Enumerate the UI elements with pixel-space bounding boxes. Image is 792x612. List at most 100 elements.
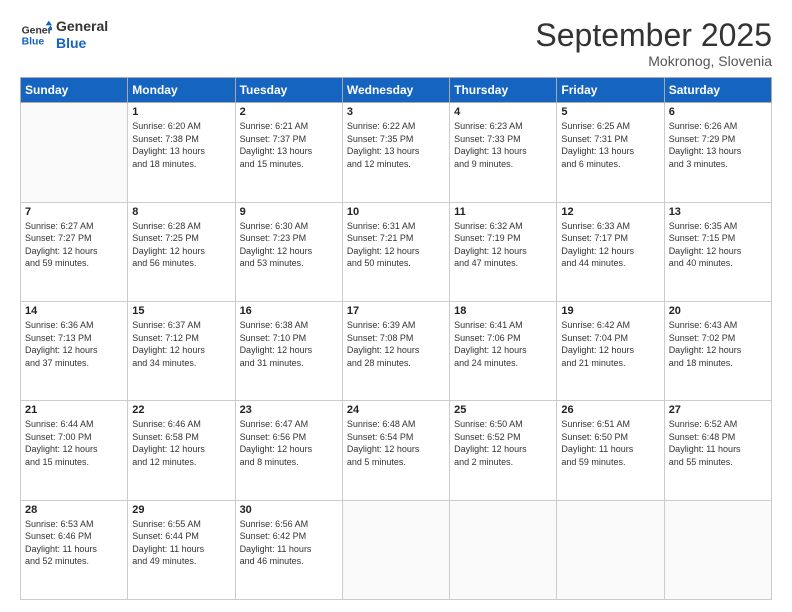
day-cell: 3Sunrise: 6:22 AM Sunset: 7:35 PM Daylig… xyxy=(342,103,449,202)
day-info: Sunrise: 6:32 AM Sunset: 7:19 PM Dayligh… xyxy=(454,220,552,270)
day-cell: 27 Sunrise: 6:52 AM Sunset: 6:48 PM Dayli… xyxy=(664,401,771,500)
day-number: 27 xyxy=(669,404,767,416)
day-cell xyxy=(557,500,664,599)
day-cell: 7 Sunrise: 6:27 AM Sunset: 7:27 PM Daylig… xyxy=(21,202,128,301)
day-cell: 22 Sunrise: 6:46 AM Sunset: 6:58 PM Dayli… xyxy=(128,401,235,500)
calendar-table: SundayMondayTuesdayWednesdayThursdayFrid… xyxy=(20,77,772,600)
day-cell: 21 Sunrise: 6:44 AM Sunset: 7:00 PM Dayli… xyxy=(21,401,128,500)
day-cell xyxy=(450,500,557,599)
col-header-friday: Friday xyxy=(557,78,664,103)
day-cell: 26Sunrise: 6:51 AM Sunset: 6:50 PM Dayli… xyxy=(557,401,664,500)
day-info: Sunrise: 6:50 AM Sunset: 6:52 PM Dayligh… xyxy=(454,418,552,468)
day-info: Sunrise: 6:44 AM Sunset: 7:00 PM Dayligh… xyxy=(25,418,123,468)
logo-blue: Blue xyxy=(56,35,108,52)
week-row-5: 28 Sunrise: 6:53 AM Sunset: 6:46 PM Dayli… xyxy=(21,500,772,599)
day-info: Sunrise: 6:36 AM Sunset: 7:13 PM Dayligh… xyxy=(25,319,123,369)
day-info: Sunrise: 6:35 AM Sunset: 7:15 PM Dayligh… xyxy=(669,220,767,270)
col-header-sunday: Sunday xyxy=(21,78,128,103)
day-cell: 9 Sunrise: 6:30 AM Sunset: 7:23 PM Daylig… xyxy=(235,202,342,301)
day-number: 17 xyxy=(347,305,445,317)
logo-icon: General Blue xyxy=(20,19,52,51)
day-cell: 1Sunrise: 6:20 AM Sunset: 7:38 PM Daylig… xyxy=(128,103,235,202)
day-info: Sunrise: 6:30 AM Sunset: 7:23 PM Dayligh… xyxy=(240,220,338,270)
day-info: Sunrise: 6:22 AM Sunset: 7:35 PM Dayligh… xyxy=(347,120,445,170)
calendar-header-row: SundayMondayTuesdayWednesdayThursdayFrid… xyxy=(21,78,772,103)
day-info: Sunrise: 6:33 AM Sunset: 7:17 PM Dayligh… xyxy=(561,220,659,270)
day-info: Sunrise: 6:31 AM Sunset: 7:21 PM Dayligh… xyxy=(347,220,445,270)
day-info: Sunrise: 6:53 AM Sunset: 6:46 PM Dayligh… xyxy=(25,518,123,568)
day-info: Sunrise: 6:39 AM Sunset: 7:08 PM Dayligh… xyxy=(347,319,445,369)
day-cell xyxy=(664,500,771,599)
day-number: 25 xyxy=(454,404,552,416)
day-cell: 8 Sunrise: 6:28 AM Sunset: 7:25 PM Daylig… xyxy=(128,202,235,301)
day-number: 22 xyxy=(132,404,230,416)
day-info: Sunrise: 6:52 AM Sunset: 6:48 PM Dayligh… xyxy=(669,418,767,468)
day-number: 28 xyxy=(25,504,123,516)
day-number: 19 xyxy=(561,305,659,317)
logo: General Blue General Blue xyxy=(20,18,108,52)
day-cell: 28 Sunrise: 6:53 AM Sunset: 6:46 PM Dayli… xyxy=(21,500,128,599)
week-row-2: 7 Sunrise: 6:27 AM Sunset: 7:27 PM Daylig… xyxy=(21,202,772,301)
day-number: 13 xyxy=(669,206,767,218)
day-number: 20 xyxy=(669,305,767,317)
col-header-wednesday: Wednesday xyxy=(342,78,449,103)
day-number: 10 xyxy=(347,206,445,218)
day-number: 11 xyxy=(454,206,552,218)
day-info: Sunrise: 6:41 AM Sunset: 7:06 PM Dayligh… xyxy=(454,319,552,369)
day-cell: 19Sunrise: 6:42 AM Sunset: 7:04 PM Dayli… xyxy=(557,301,664,400)
day-number: 4 xyxy=(454,106,552,118)
day-cell: 30Sunrise: 6:56 AM Sunset: 6:42 PM Dayli… xyxy=(235,500,342,599)
day-number: 24 xyxy=(347,404,445,416)
day-number: 29 xyxy=(132,504,230,516)
day-info: Sunrise: 6:26 AM Sunset: 7:29 PM Dayligh… xyxy=(669,120,767,170)
day-number: 8 xyxy=(132,206,230,218)
week-row-1: 1Sunrise: 6:20 AM Sunset: 7:38 PM Daylig… xyxy=(21,103,772,202)
title-block: September 2025 Mokronog, Slovenia xyxy=(535,18,772,69)
day-cell: 15Sunrise: 6:37 AM Sunset: 7:12 PM Dayli… xyxy=(128,301,235,400)
day-cell: 6 Sunrise: 6:26 AM Sunset: 7:29 PM Daylig… xyxy=(664,103,771,202)
day-cell xyxy=(342,500,449,599)
day-cell: 2Sunrise: 6:21 AM Sunset: 7:37 PM Daylig… xyxy=(235,103,342,202)
logo-general: General xyxy=(56,18,108,35)
day-number: 2 xyxy=(240,106,338,118)
day-number: 16 xyxy=(240,305,338,317)
day-info: Sunrise: 6:38 AM Sunset: 7:10 PM Dayligh… xyxy=(240,319,338,369)
day-cell: 25 Sunrise: 6:50 AM Sunset: 6:52 PM Dayli… xyxy=(450,401,557,500)
day-cell: 17 Sunrise: 6:39 AM Sunset: 7:08 PM Dayli… xyxy=(342,301,449,400)
day-number: 5 xyxy=(561,106,659,118)
day-cell xyxy=(21,103,128,202)
day-number: 9 xyxy=(240,206,338,218)
day-info: Sunrise: 6:23 AM Sunset: 7:33 PM Dayligh… xyxy=(454,120,552,170)
day-info: Sunrise: 6:28 AM Sunset: 7:25 PM Dayligh… xyxy=(132,220,230,270)
day-number: 18 xyxy=(454,305,552,317)
day-cell: 16 Sunrise: 6:38 AM Sunset: 7:10 PM Dayli… xyxy=(235,301,342,400)
day-number: 7 xyxy=(25,206,123,218)
header: General Blue General Blue September 2025… xyxy=(20,18,772,69)
day-cell: 29 Sunrise: 6:55 AM Sunset: 6:44 PM Dayli… xyxy=(128,500,235,599)
day-info: Sunrise: 6:27 AM Sunset: 7:27 PM Dayligh… xyxy=(25,220,123,270)
day-cell: 18 Sunrise: 6:41 AM Sunset: 7:06 PM Dayli… xyxy=(450,301,557,400)
svg-text:Blue: Blue xyxy=(22,36,45,47)
day-info: Sunrise: 6:20 AM Sunset: 7:38 PM Dayligh… xyxy=(132,120,230,170)
day-number: 6 xyxy=(669,106,767,118)
day-info: Sunrise: 6:37 AM Sunset: 7:12 PM Dayligh… xyxy=(132,319,230,369)
day-cell: 10 Sunrise: 6:31 AM Sunset: 7:21 PM Dayli… xyxy=(342,202,449,301)
day-number: 26 xyxy=(561,404,659,416)
day-number: 21 xyxy=(25,404,123,416)
col-header-tuesday: Tuesday xyxy=(235,78,342,103)
day-info: Sunrise: 6:25 AM Sunset: 7:31 PM Dayligh… xyxy=(561,120,659,170)
day-info: Sunrise: 6:55 AM Sunset: 6:44 PM Dayligh… xyxy=(132,518,230,568)
day-cell: 23Sunrise: 6:47 AM Sunset: 6:56 PM Dayli… xyxy=(235,401,342,500)
day-cell: 13 Sunrise: 6:35 AM Sunset: 7:15 PM Dayli… xyxy=(664,202,771,301)
day-info: Sunrise: 6:47 AM Sunset: 6:56 PM Dayligh… xyxy=(240,418,338,468)
day-cell: 12 Sunrise: 6:33 AM Sunset: 7:17 PM Dayli… xyxy=(557,202,664,301)
day-number: 12 xyxy=(561,206,659,218)
col-header-monday: Monday xyxy=(128,78,235,103)
day-cell: 11 Sunrise: 6:32 AM Sunset: 7:19 PM Dayli… xyxy=(450,202,557,301)
day-number: 30 xyxy=(240,504,338,516)
col-header-thursday: Thursday xyxy=(450,78,557,103)
day-info: Sunrise: 6:46 AM Sunset: 6:58 PM Dayligh… xyxy=(132,418,230,468)
day-cell: 20Sunrise: 6:43 AM Sunset: 7:02 PM Dayli… xyxy=(664,301,771,400)
day-cell: 14Sunrise: 6:36 AM Sunset: 7:13 PM Dayli… xyxy=(21,301,128,400)
day-info: Sunrise: 6:48 AM Sunset: 6:54 PM Dayligh… xyxy=(347,418,445,468)
